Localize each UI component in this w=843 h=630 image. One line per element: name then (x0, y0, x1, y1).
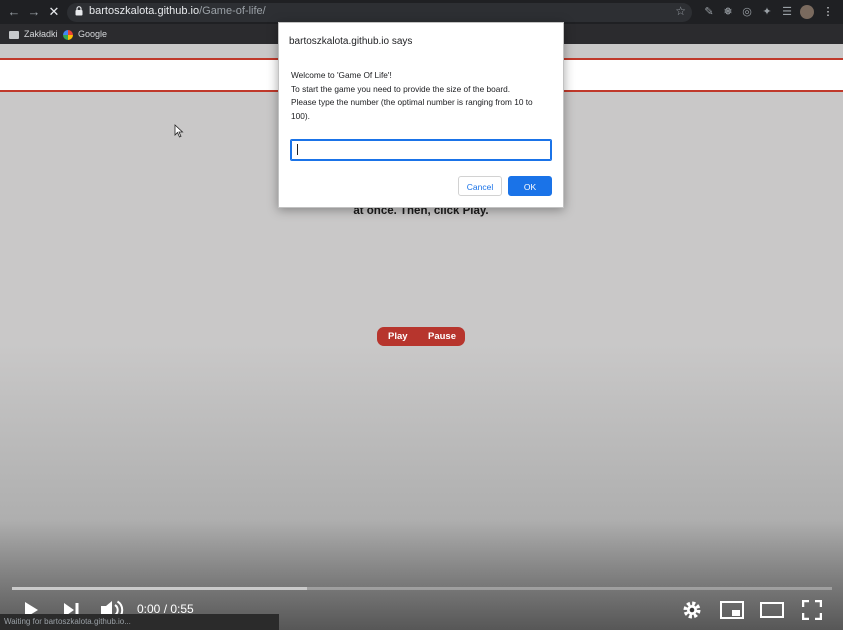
dialog-title: bartoszkalota.github.io says (289, 36, 413, 47)
url-path: /Game-of-life/ (199, 5, 266, 17)
bookmark-label: Zakładki (24, 29, 58, 39)
play-button[interactable]: Play (388, 327, 408, 346)
buffered-bar (12, 587, 308, 590)
folder-icon (9, 30, 19, 39)
url-text: bartoszkalota.github.io/Game-of-life/ (89, 5, 266, 17)
address-bar[interactable]: bartoszkalota.github.io/Game-of-life/ ☆ (67, 3, 692, 22)
google-icon (63, 29, 73, 40)
pause-button[interactable]: Pause (428, 327, 456, 346)
board-size-input[interactable] (290, 139, 552, 161)
miniplayer-icon[interactable] (720, 601, 744, 619)
media-queue-icon[interactable]: ☰ (780, 5, 794, 19)
cancel-button[interactable]: Cancel (458, 176, 502, 196)
settings-gear-icon[interactable] (682, 600, 702, 620)
extension-puzzle-icon[interactable]: ❅ (721, 5, 735, 19)
prompt-dialog: bartoszkalota.github.io says Welcome to … (278, 22, 564, 208)
dialog-message: Welcome to 'Game Of Life'! To start the … (291, 70, 533, 121)
theater-mode-icon[interactable] (760, 602, 784, 618)
text-caret (297, 144, 298, 155)
profile-avatar-icon[interactable] (800, 5, 814, 19)
bookmark-google[interactable]: Google (63, 26, 107, 42)
fullscreen-icon[interactable] (802, 600, 822, 620)
bookmark-label: Google (78, 29, 108, 39)
forward-icon[interactable]: → (26, 4, 42, 20)
extension-pen-icon[interactable]: ✎ (702, 5, 716, 19)
browser-status-bar: Waiting for bartoszkalota.github.io... (0, 614, 279, 630)
mouse-cursor-icon (174, 124, 184, 138)
menu-kebab-icon[interactable]: ⋮ (821, 5, 835, 19)
bookmark-zakladki[interactable]: Zakładki (9, 26, 58, 42)
lock-icon (75, 6, 83, 16)
back-icon[interactable]: ← (6, 4, 22, 20)
play-pause-group: Play Pause (377, 327, 465, 346)
ok-button[interactable]: OK (508, 176, 552, 196)
url-host: bartoszkalota.github.io (89, 5, 200, 17)
extensions-icon[interactable]: ✦ (760, 5, 774, 19)
video-progress-bar[interactable] (12, 587, 832, 590)
stop-loading-icon[interactable]: ✕ (46, 4, 62, 20)
browser-toolbar: ← → ✕ bartoszkalota.github.io/Game-of-li… (0, 0, 843, 24)
extension-circle-icon[interactable]: ◎ (740, 5, 754, 19)
bookmark-star-icon[interactable]: ☆ (675, 4, 686, 18)
